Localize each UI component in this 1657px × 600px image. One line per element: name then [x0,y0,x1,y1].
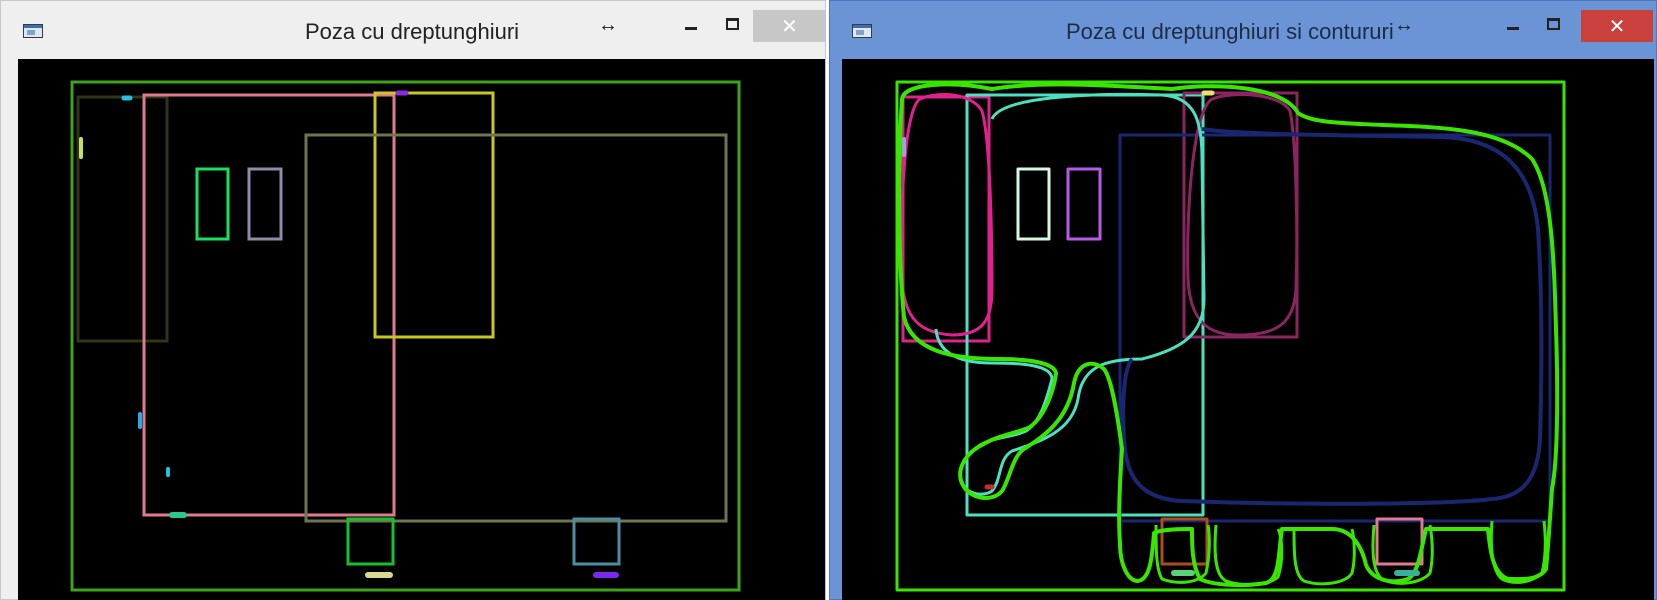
bounding-rect-foot-right [1375,517,1424,566]
close-button[interactable]: ✕ [753,10,826,42]
desktop: Poza cu dreptunghiuri ↔ ✕ Poza cu dreptu… [0,0,1657,600]
app-window-icon[interactable] [23,24,43,38]
bounding-rect-green-small [195,167,230,241]
image-canvas-contours [842,59,1654,600]
ear-contour-left [900,93,994,337]
eye-contour-left [1020,174,1046,234]
maximize-icon [725,18,739,30]
titlebar[interactable]: Poza cu dreptunghiuri si contururi ↔ ✕ [830,1,1656,58]
eye-contour-right [1071,174,1097,234]
window-title: Poza cu dreptunghiuri [305,19,520,44]
window-title: Poza cu dreptunghiuri si contururi [1066,19,1394,44]
bounding-rect-olive [304,133,728,523]
maximize-icon [1546,18,1560,30]
close-icon: ✕ [781,15,798,38]
bounding-rect-foot-left [1160,517,1209,566]
maximize-button[interactable] [1538,9,1568,39]
foot-contour-2 [1213,524,1284,586]
body-contour [1121,127,1544,506]
maximize-button[interactable] [717,9,747,39]
bounding-rect-pink [142,93,396,517]
bounding-rect-foot-right [572,517,621,566]
window-rectangles[interactable]: Poza cu dreptunghiuri ↔ ✕ [0,0,826,600]
contours-image [895,80,1566,592]
head-contour [934,92,1206,496]
foot-contour-3 [1292,528,1356,586]
bounding-rect-dark [76,95,169,343]
app-window-icon[interactable] [852,24,872,38]
resize-arrow-icon[interactable]: ↔ [1394,14,1414,37]
resize-arrow-icon[interactable]: ↔ [598,14,618,37]
window-rectangles-contours[interactable]: Poza cu dreptunghiuri si contururi ↔ ✕ [829,0,1657,600]
bounding-rect-magenta [901,95,991,343]
bounding-rect-aqua [965,93,1205,517]
rectangles-image [70,80,741,592]
bounding-rect-gray-small [247,167,283,241]
bounding-rect-foot-left [346,517,395,566]
minimize-button[interactable] [676,9,706,39]
minimize-icon [1507,26,1519,30]
titlebar[interactable]: Poza cu dreptunghiuri ↔ ✕ [1,1,826,58]
minimize-icon [685,26,697,30]
close-icon: ✕ [1608,15,1626,38]
minimize-button[interactable] [1498,9,1528,39]
image-canvas-rectangles [18,59,825,600]
close-button[interactable]: ✕ [1581,10,1653,42]
